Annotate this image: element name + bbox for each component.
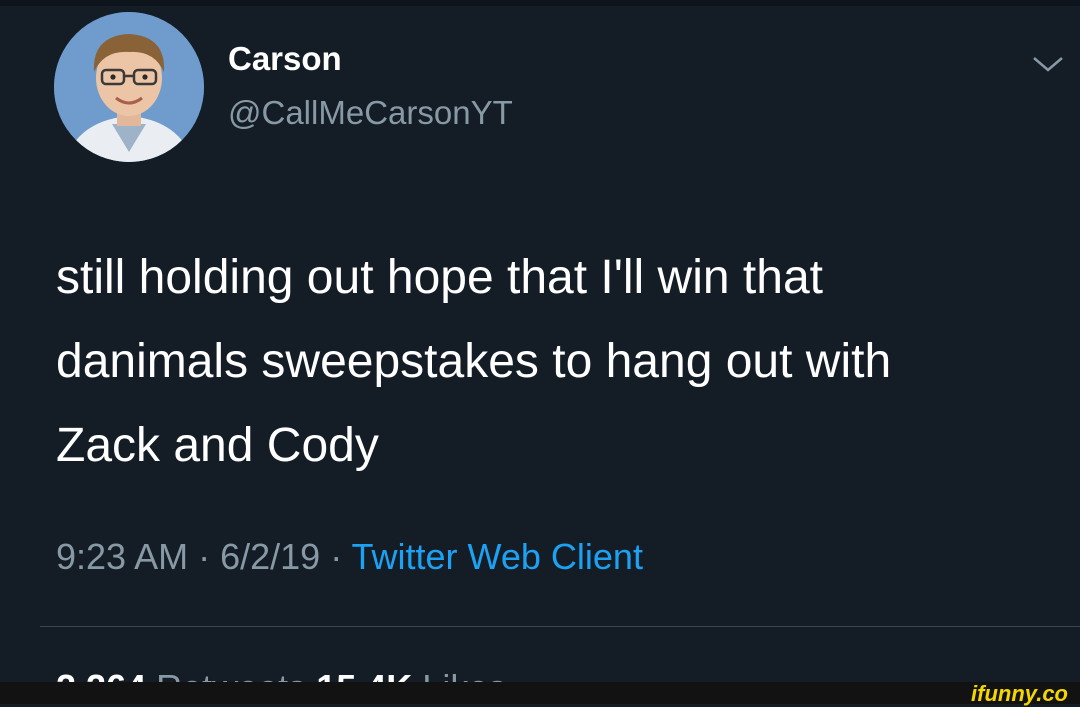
tweet-date[interactable]: 6/2/19 bbox=[220, 536, 320, 577]
author-display-name[interactable]: Carson bbox=[228, 40, 342, 78]
likes-count[interactable]: 15.4K bbox=[316, 667, 412, 682]
tweet-stats: 2,264 Retweets 15.4K Likes bbox=[56, 664, 506, 682]
profile-photo bbox=[54, 12, 204, 162]
author-avatar[interactable] bbox=[54, 12, 204, 162]
chevron-down-icon[interactable] bbox=[1030, 52, 1066, 76]
tweet-text-line: Zack and Cody bbox=[56, 419, 379, 472]
meta-separator: · bbox=[188, 536, 221, 577]
retweets-count[interactable]: 2,264 bbox=[56, 667, 146, 682]
tweet-text: still holding out hope that I'll win tha… bbox=[56, 236, 1066, 488]
top-edge-bar bbox=[0, 0, 1080, 6]
tweet-time[interactable]: 9:23 AM bbox=[56, 536, 188, 577]
author-handle[interactable]: @CallMeCarsonYT bbox=[228, 94, 513, 132]
tweet-meta: 9:23 AM · 6/2/19 · Twitter Web Client bbox=[56, 536, 643, 578]
ifunny-watermark: ifunny.co bbox=[971, 681, 1068, 706]
watermark-bar: ifunny.co bbox=[0, 681, 1080, 706]
retweets-label[interactable]: Retweets bbox=[156, 667, 306, 682]
likes-label[interactable]: Likes bbox=[422, 667, 506, 682]
tweet-source-link[interactable]: Twitter Web Client bbox=[352, 536, 643, 577]
divider bbox=[40, 626, 1080, 627]
meta-separator: · bbox=[320, 536, 352, 577]
tweet-text-line: danimals sweepstakes to hang out with bbox=[56, 335, 892, 388]
tweet-text-line: still holding out hope that I'll win tha… bbox=[56, 251, 823, 304]
